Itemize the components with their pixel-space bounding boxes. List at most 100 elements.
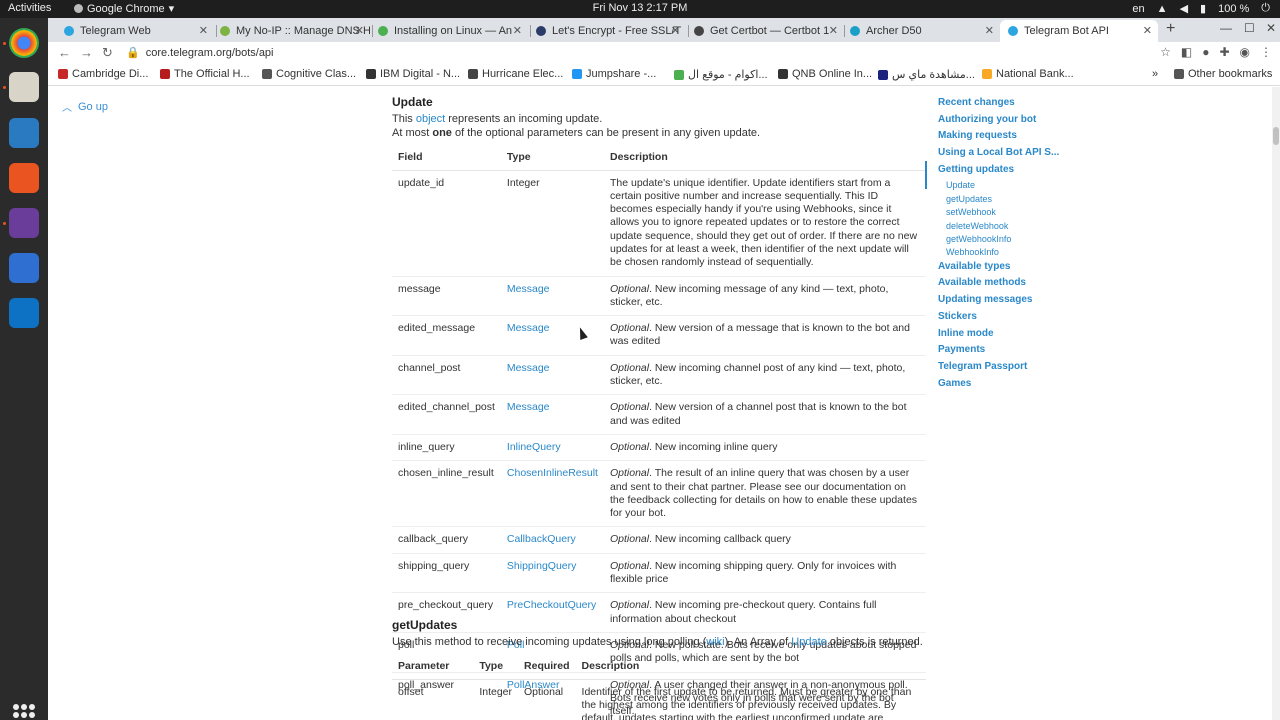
toc-item[interactable]: Available types [938, 260, 1068, 277]
tab-archer[interactable]: Archer D50 ✕ [842, 20, 1000, 42]
toc-item[interactable]: Authorizing your bot [938, 113, 1068, 130]
close-icon[interactable]: ✕ [513, 24, 522, 37]
object-link[interactable]: object [416, 113, 445, 125]
toc-item[interactable]: Inline mode [938, 327, 1068, 344]
toc-subitem[interactable]: WebhookInfo [938, 246, 1068, 259]
bookmark-item[interactable]: اكوام - موقع ال... [674, 68, 768, 81]
close-window-button[interactable]: ✕ [1266, 21, 1276, 35]
close-icon[interactable]: ✕ [829, 24, 838, 37]
certbot-icon [694, 26, 704, 36]
back-icon[interactable]: ← [58, 45, 71, 60]
toc-item[interactable]: Stickers [938, 310, 1068, 327]
show-apps-icon[interactable] [13, 704, 35, 720]
forward-icon[interactable]: → [80, 45, 93, 60]
toc-subitem[interactable]: deleteWebhook [938, 220, 1068, 233]
tab-label: Let's Encrypt - Free SSL/T [552, 25, 682, 37]
tab-installing-linux[interactable]: Installing on Linux — An ✕ [370, 20, 528, 42]
extension-translate-icon[interactable]: ◧ [1181, 45, 1192, 59]
bookmark-favicon-icon [572, 69, 582, 79]
field-name: edited_message [392, 315, 501, 356]
type-link[interactable]: Message [500, 394, 604, 435]
close-icon[interactable]: ✕ [985, 24, 994, 37]
toc-item[interactable]: Updating messages [938, 293, 1068, 310]
language-indicator[interactable]: en [1132, 3, 1144, 15]
vscode-dock-icon[interactable] [9, 298, 39, 328]
bookmark-item[interactable]: Cambridge Di... [58, 68, 148, 80]
bookmark-item[interactable]: National Bank... [982, 68, 1074, 80]
type-link[interactable]: ChosenInlineResult [500, 460, 604, 528]
more-bookmarks-icon[interactable]: » [1152, 68, 1158, 80]
menu-kebab-icon[interactable]: ⋮ [1260, 45, 1272, 59]
close-icon[interactable]: ✕ [355, 24, 364, 37]
scrollbar-thumb[interactable] [1273, 127, 1279, 145]
power-icon: ⏻ [1261, 2, 1270, 14]
extension-circle-icon[interactable]: ● [1202, 45, 1209, 59]
table-row: shipping_query ShippingQuery Optional. New… [392, 553, 926, 594]
close-icon[interactable]: ✕ [199, 24, 208, 37]
go-up-label: Go up [78, 100, 108, 113]
chrome-dock-icon[interactable] [9, 28, 39, 58]
url-text: core.telegram.org/bots/api [145, 47, 274, 59]
toc-item[interactable]: Available methods [938, 276, 1068, 293]
maximize-button[interactable]: ☐ [1244, 21, 1255, 35]
type-link[interactable]: Message [500, 355, 604, 396]
type-link[interactable]: Message [500, 276, 604, 317]
type-link[interactable]: PreCheckoutQuery [500, 592, 604, 633]
clock[interactable]: Fri Nov 13 2:17 PM [0, 2, 1280, 14]
go-up-link[interactable]: ︿ Go up [62, 99, 108, 115]
param-param: offset [392, 679, 474, 720]
close-icon[interactable]: ✕ [1143, 24, 1152, 37]
field-name: update_id [392, 170, 501, 277]
table-row: edited_message Message Optional. New versi… [392, 315, 926, 356]
toc-item[interactable]: Using a Local Bot API S... [938, 146, 1068, 163]
toc-item[interactable]: Payments [938, 343, 1068, 360]
files-dock-icon[interactable] [9, 72, 39, 102]
bookmark-star-icon[interactable]: ☆ [1160, 45, 1171, 59]
toc-subitem[interactable]: setWebhook [938, 206, 1068, 219]
toc-item[interactable]: Games [938, 377, 1068, 394]
update-link[interactable]: Update [791, 636, 826, 648]
text-editor-dock-icon[interactable] [9, 253, 39, 283]
minimize-button[interactable]: — [1220, 21, 1232, 35]
profile-avatar-icon[interactable]: ◉ [1240, 45, 1250, 59]
system-tray[interactable]: en ▲ ◀ ▮ 100 % ⏻ [1132, 2, 1270, 15]
tab-letsencrypt[interactable]: Let's Encrypt - Free SSL/T ✕ [528, 20, 686, 42]
page-scrollbar[interactable] [1272, 87, 1280, 720]
bookmark-item[interactable]: Hurricane Elec... [468, 68, 563, 80]
column-header: Parameter [392, 654, 474, 680]
type-link[interactable]: InlineQuery [500, 434, 604, 462]
other-bookmarks[interactable]: Other bookmarks [1174, 68, 1272, 80]
toc-subitem[interactable]: getWebhookInfo [938, 233, 1068, 246]
close-icon[interactable]: ✕ [671, 24, 680, 37]
address-bar[interactable]: 🔒 core.telegram.org/bots/api [126, 46, 274, 59]
bookmark-item[interactable]: QNB Online In... [778, 68, 872, 80]
tab-noip[interactable]: My No-IP :: Manage DNS H ✕ [212, 20, 370, 42]
toc-item[interactable]: Getting updates [938, 163, 1068, 180]
writer-dock-icon[interactable] [9, 118, 39, 148]
bookmark-favicon-icon [878, 69, 888, 80]
bookmark-item[interactable]: IBM Digital - N... [366, 68, 460, 80]
toc-subitem[interactable]: getUpdates [938, 193, 1068, 206]
bookmark-item[interactable]: Cognitive Clas... [262, 68, 356, 80]
tab-telegram-bot-api[interactable]: Telegram Bot API ✕ [1000, 20, 1158, 42]
wiki-link[interactable]: wiki [706, 636, 724, 648]
type-link[interactable]: Message [500, 315, 604, 356]
bookmark-item[interactable]: مشاهدة ماي س... [878, 68, 975, 81]
toc-item[interactable]: Making requests [938, 129, 1068, 146]
bookmark-item[interactable]: Jumpshare -... [572, 68, 656, 80]
reload-icon[interactable]: ↻ [102, 45, 113, 61]
screenshot-dock-icon[interactable] [9, 208, 39, 238]
type-link[interactable]: ShippingQuery [500, 553, 604, 594]
field-name: message [392, 276, 501, 317]
software-dock-icon[interactable] [9, 163, 39, 193]
bookmark-item[interactable]: The Official H... [160, 68, 250, 80]
toc-item[interactable]: Telegram Passport [938, 360, 1068, 377]
tab-certbot[interactable]: Get Certbot — Certbot 1 ✕ [686, 20, 844, 42]
new-tab-button[interactable]: + [1166, 20, 1175, 38]
toc-subitem[interactable]: Update [938, 179, 1068, 192]
field-name: channel_post [392, 355, 501, 396]
tab-telegram-web[interactable]: Telegram Web ✕ [56, 20, 214, 42]
toc-item[interactable]: Recent changes [938, 96, 1068, 113]
extensions-puzzle-icon[interactable]: ✚ [1219, 45, 1229, 59]
type-link[interactable]: CallbackQuery [500, 526, 604, 554]
